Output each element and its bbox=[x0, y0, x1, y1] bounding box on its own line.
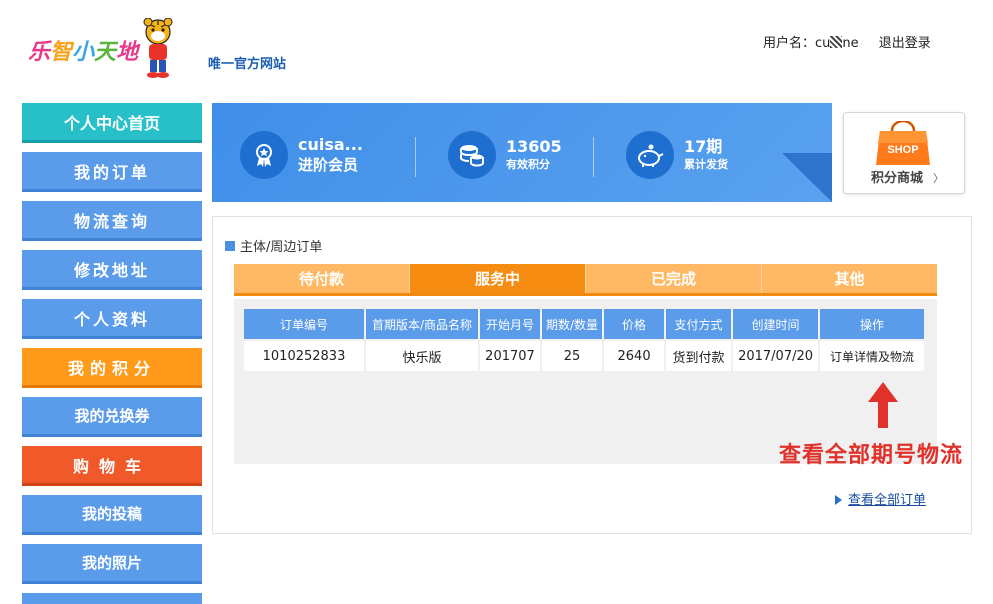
square-bullet-icon bbox=[225, 240, 235, 251]
sidebar-item-points[interactable]: 我的积分 bbox=[22, 348, 202, 388]
view-all-orders-link[interactable]: 查看全部订单 bbox=[835, 489, 926, 508]
member-level-stat: cuisa... 进阶会员 bbox=[240, 131, 363, 179]
points-stat: 13605 有效积分 bbox=[448, 131, 562, 179]
site-logo[interactable]: 乐智小天地 bbox=[28, 18, 178, 80]
sidebar-item-coupons[interactable]: 我的兑换券 bbox=[22, 397, 202, 437]
column-header: 操作 bbox=[820, 309, 925, 339]
orders-panel: 主体/周边订单 待付款 服务中 已完成 其他 订单编号 首期版本/商品名称 开始… bbox=[212, 216, 972, 534]
created-date: 2017/07/20 bbox=[733, 341, 819, 371]
logout-link[interactable]: 退出登录 bbox=[879, 36, 931, 51]
site-slogan: 唯一官方网站 bbox=[208, 57, 287, 72]
points-mall-label: 积分商城 bbox=[871, 171, 924, 186]
member-name: cuisa... bbox=[298, 135, 363, 154]
table-header-row: 订单编号 首期版本/商品名称 开始月号 期数/数量 价格 支付方式 创建时间 操… bbox=[244, 309, 925, 339]
points-label: 有效积分 bbox=[506, 158, 550, 171]
view-all-orders-label: 查看全部订单 bbox=[848, 493, 927, 508]
points-mall-button[interactable]: SHOP 积分商城〉 bbox=[843, 112, 965, 194]
start-issue: 201707 bbox=[480, 341, 540, 371]
tiger-mascot-icon bbox=[143, 18, 173, 78]
shop-bag-text: SHOP bbox=[887, 144, 918, 156]
sidebar-item-logistics[interactable]: 物流查询 bbox=[22, 201, 202, 241]
product-name: 快乐版 bbox=[366, 341, 478, 371]
annotation-text: 查看全部期号物流 bbox=[779, 443, 964, 468]
points-value: 13605 bbox=[506, 137, 562, 156]
payment-method: 货到付款 bbox=[666, 341, 732, 371]
issues-label: 累计发货 bbox=[684, 158, 728, 171]
logo-char: 天 bbox=[94, 40, 117, 65]
column-header: 价格 bbox=[604, 309, 665, 339]
sidebar-item-cart[interactable]: 购物车 bbox=[22, 446, 202, 486]
orders-table: 订单编号 首期版本/商品名称 开始月号 期数/数量 价格 支付方式 创建时间 操… bbox=[242, 307, 926, 373]
user-info: 用户名：cu ne 退出登录 bbox=[763, 32, 931, 51]
tab-pending-payment[interactable]: 待付款 bbox=[234, 264, 410, 293]
sidebar-item-address[interactable]: 修改地址 bbox=[22, 250, 202, 290]
price: 2640 bbox=[604, 341, 665, 371]
piggy-bank-icon bbox=[626, 131, 674, 179]
member-stats-banner: cuisa... 进阶会员 13605 有效积分 17期 累计发货 bbox=[212, 103, 832, 202]
issues-stat: 17期 累计发货 bbox=[626, 131, 728, 179]
logo-text: 乐智小天地 bbox=[28, 34, 138, 66]
order-details-link[interactable]: 订单详情及物流 bbox=[820, 341, 925, 371]
column-header: 订单编号 bbox=[244, 309, 364, 339]
member-level: 进阶会员 bbox=[298, 156, 359, 174]
column-header: 支付方式 bbox=[666, 309, 732, 339]
sidebar-item-home[interactable]: 个人中心首页 bbox=[22, 103, 202, 143]
order-status-tabs: 待付款 服务中 已完成 其他 bbox=[234, 264, 937, 296]
chevron-right-icon: 〉 bbox=[933, 172, 945, 185]
username-label: 用户名：cu bbox=[763, 36, 831, 51]
section-title: 主体/周边订单 bbox=[225, 236, 322, 255]
shopping-bag-icon: SHOP bbox=[876, 121, 930, 165]
sidebar-item-orders[interactable]: 我的订单 bbox=[22, 152, 202, 192]
medal-icon bbox=[240, 131, 288, 179]
sidebar-item-profile[interactable]: 个人资料 bbox=[22, 299, 202, 339]
username-mask bbox=[830, 36, 843, 48]
logo-char: 乐 bbox=[28, 40, 51, 65]
tab-completed[interactable]: 已完成 bbox=[586, 264, 762, 293]
column-header: 创建时间 bbox=[733, 309, 819, 339]
sidebar-item-submissions[interactable]: 我的投稿 bbox=[22, 495, 202, 535]
tab-other[interactable]: 其他 bbox=[762, 264, 937, 293]
table-row: 1010252833 快乐版 201707 25 2640 货到付款 2017/… bbox=[244, 341, 925, 371]
order-number: 1010252833 bbox=[244, 341, 364, 371]
coins-icon bbox=[448, 131, 496, 179]
triangle-right-icon bbox=[835, 495, 842, 505]
red-up-arrow-icon bbox=[868, 382, 898, 428]
stat-divider bbox=[415, 137, 416, 177]
sidebar-nav: 个人中心首页 我的订单 物流查询 修改地址 个人资料 我的积分 我的兑换券 购物… bbox=[22, 103, 202, 604]
logo-char: 小 bbox=[72, 40, 95, 65]
username-end: ne bbox=[842, 36, 859, 51]
sidebar-item-photos[interactable]: 我的照片 bbox=[22, 544, 202, 584]
banner-fold bbox=[782, 153, 832, 202]
sidebar-item-more[interactable] bbox=[22, 593, 202, 604]
column-header: 开始月号 bbox=[480, 309, 540, 339]
section-title-text: 主体/周边订单 bbox=[240, 240, 323, 255]
quantity: 25 bbox=[542, 341, 603, 371]
logo-char: 智 bbox=[50, 40, 73, 65]
tab-in-service[interactable]: 服务中 bbox=[410, 264, 586, 293]
column-header: 首期版本/商品名称 bbox=[366, 309, 478, 339]
logo-char: 地 bbox=[116, 40, 139, 65]
stat-divider bbox=[593, 137, 594, 177]
column-header: 期数/数量 bbox=[542, 309, 603, 339]
issues-value: 17期 bbox=[684, 137, 723, 156]
